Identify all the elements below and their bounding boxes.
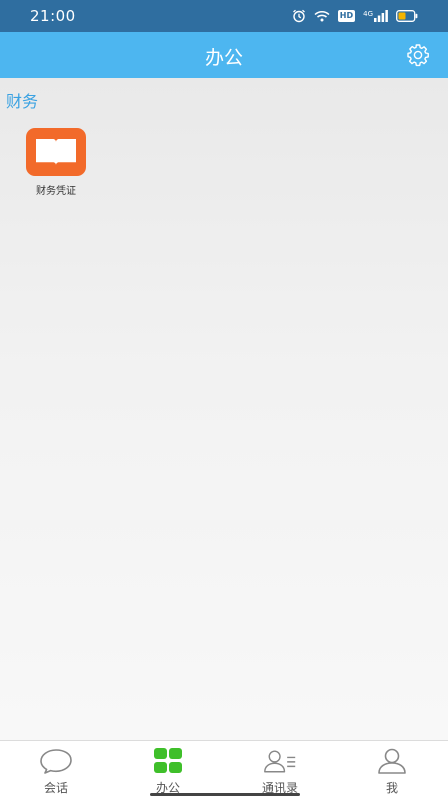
hd-icon: HD [337, 10, 356, 22]
status-bar: 21:00 HD 4G [0, 0, 448, 32]
book-icon [36, 139, 76, 165]
main-content: 财务 财务凭证 [0, 78, 448, 740]
battery-icon [396, 10, 418, 22]
alarm-icon [292, 9, 306, 23]
tab-label-chat: 会话 [43, 781, 68, 795]
app-header: 办公 [0, 32, 448, 78]
home-indicator[interactable] [150, 793, 300, 796]
page-title: 办公 [204, 47, 243, 69]
grid-apps-icon [151, 747, 185, 775]
status-time: 21:00 [30, 7, 76, 25]
section-title-finance: 财务 [6, 92, 39, 111]
tab-contacts[interactable]: 通讯录 [224, 741, 336, 798]
tab-office[interactable]: 办公 [112, 741, 224, 798]
wifi-icon [314, 10, 330, 22]
tab-me[interactable]: 我 [336, 741, 448, 798]
app-tile-finance-voucher[interactable]: 财务凭证 [22, 128, 90, 197]
app-tile-label: 财务凭证 [36, 186, 76, 197]
signal-4g-icon: 4G [363, 10, 388, 22]
status-icons: HD 4G [292, 8, 418, 24]
tab-label-me: 我 [385, 781, 398, 795]
network-type-label: 4G [363, 10, 373, 18]
person-icon [375, 747, 409, 775]
app-tile-icon-bg [26, 128, 86, 176]
chat-bubble-icon [39, 747, 73, 775]
tab-chat[interactable]: 会话 [0, 741, 112, 798]
contacts-icon [263, 747, 297, 775]
settings-button[interactable] [406, 43, 430, 67]
gear-icon [407, 44, 429, 67]
bottom-tab-bar: 会话 办公 通讯录 我 [0, 740, 448, 798]
